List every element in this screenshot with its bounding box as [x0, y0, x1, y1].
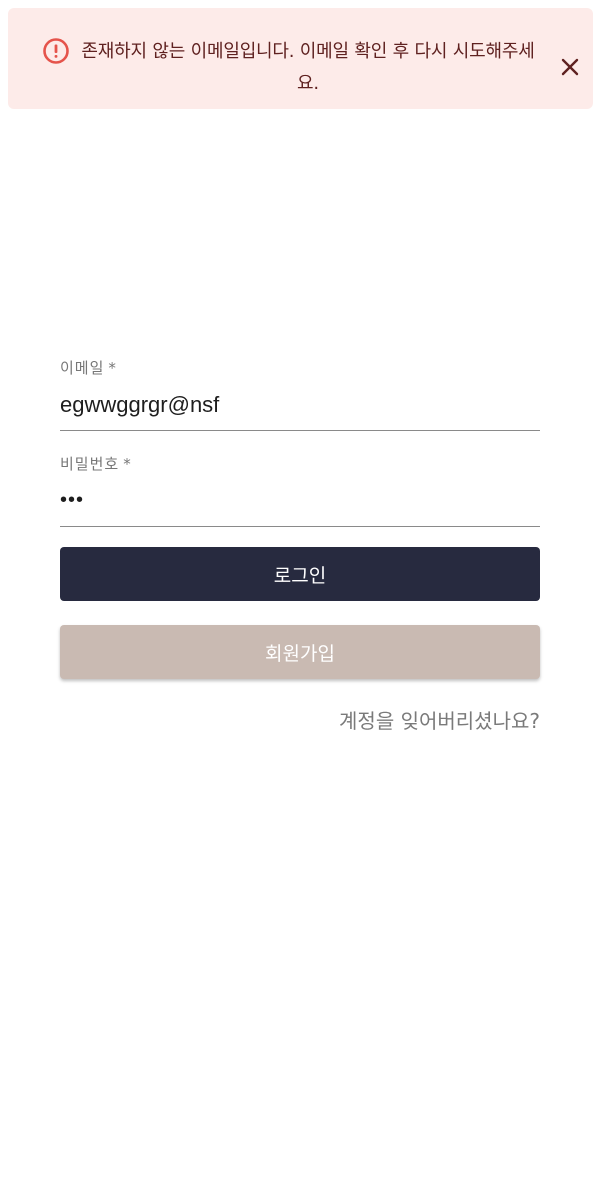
email-label-text: 이메일 [60, 359, 105, 377]
error-alert: 존재하지 않는 이메일입니다. 이메일 확인 후 다시 시도해주세요. [8, 8, 593, 109]
login-form: 이메일* 비밀번호* 로그인 회원가입 계정을 잊어버리셨나요? [60, 355, 540, 734]
error-circle-icon [42, 37, 70, 65]
close-icon [557, 58, 583, 83]
alert-message: 존재하지 않는 이메일입니다. 이메일 확인 후 다시 시도해주세요. [81, 41, 535, 94]
email-field-group: 이메일 * [60, 355, 540, 431]
required-mark: * [123, 455, 132, 473]
email-input[interactable] [60, 381, 540, 431]
forgot-account-link[interactable]: 계정을 잊어버리셨나요? [60, 705, 540, 734]
signup-button[interactable]: 회원가입 [60, 625, 540, 679]
password-field-group: 비밀번호 * [60, 451, 540, 527]
login-button[interactable]: 로그인 [60, 547, 540, 601]
login-page: 존재하지 않는 이메일입니다. 이메일 확인 후 다시 시도해주세요. 이메일 *… [0, 0, 600, 1200]
password-input[interactable] [60, 477, 540, 527]
required-mark: * [108, 359, 117, 377]
close-alert-button[interactable] [557, 54, 583, 80]
email-label: 이메일 * [60, 355, 540, 381]
password-label: 비밀번호 * [60, 451, 540, 477]
password-label-text: 비밀번호 [60, 455, 120, 473]
